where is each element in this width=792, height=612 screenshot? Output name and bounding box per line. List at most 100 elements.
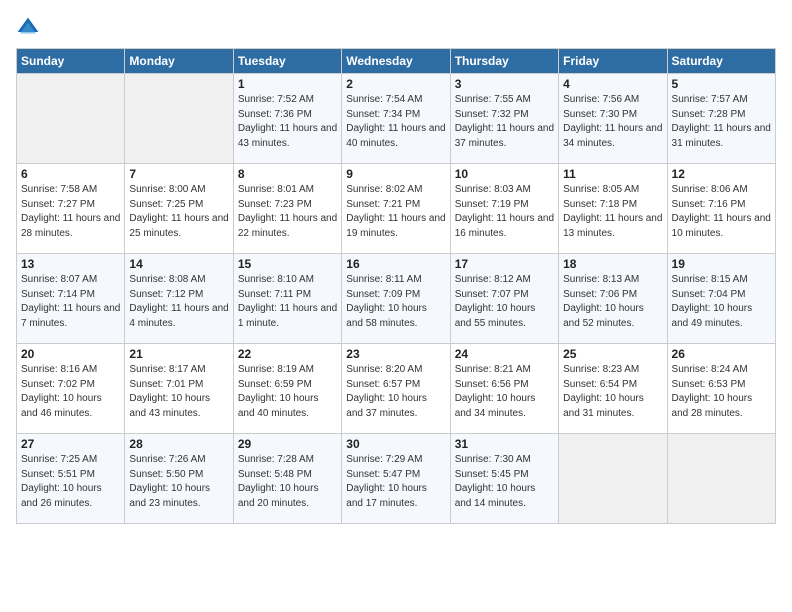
daylight-label: Daylight: 11 hours and 34 minutes. bbox=[563, 123, 662, 149]
sunrise-label: Sunrise: 8:06 AM bbox=[672, 184, 748, 195]
cell-content: Sunrise: 7:28 AM Sunset: 5:48 PM Dayligh… bbox=[238, 453, 337, 511]
daylight-label: Daylight: 10 hours and 20 minutes. bbox=[238, 483, 319, 509]
sunset-label: Sunset: 5:45 PM bbox=[455, 469, 529, 480]
cell-content: Sunrise: 7:54 AM Sunset: 7:34 PM Dayligh… bbox=[346, 93, 445, 151]
daylight-label: Daylight: 10 hours and 37 minutes. bbox=[346, 393, 427, 419]
day-number: 25 bbox=[563, 347, 662, 361]
sunrise-label: Sunrise: 8:21 AM bbox=[455, 364, 531, 375]
calendar-cell: 25 Sunrise: 8:23 AM Sunset: 6:54 PM Dayl… bbox=[559, 344, 667, 434]
daylight-label: Daylight: 10 hours and 34 minutes. bbox=[455, 393, 536, 419]
daylight-label: Daylight: 10 hours and 49 minutes. bbox=[672, 303, 753, 329]
sunrise-label: Sunrise: 7:29 AM bbox=[346, 454, 422, 465]
calendar-cell bbox=[559, 434, 667, 524]
day-number: 3 bbox=[455, 77, 554, 91]
calendar-cell: 24 Sunrise: 8:21 AM Sunset: 6:56 PM Dayl… bbox=[450, 344, 558, 434]
calendar-cell: 6 Sunrise: 7:58 AM Sunset: 7:27 PM Dayli… bbox=[17, 164, 125, 254]
calendar-cell: 20 Sunrise: 8:16 AM Sunset: 7:02 PM Dayl… bbox=[17, 344, 125, 434]
calendar-cell: 21 Sunrise: 8:17 AM Sunset: 7:01 PM Dayl… bbox=[125, 344, 233, 434]
sunrise-label: Sunrise: 8:23 AM bbox=[563, 364, 639, 375]
cell-content: Sunrise: 7:52 AM Sunset: 7:36 PM Dayligh… bbox=[238, 93, 337, 151]
day-number: 27 bbox=[21, 437, 120, 451]
daylight-label: Daylight: 10 hours and 26 minutes. bbox=[21, 483, 102, 509]
sunrise-label: Sunrise: 8:07 AM bbox=[21, 274, 97, 285]
calendar-cell: 22 Sunrise: 8:19 AM Sunset: 6:59 PM Dayl… bbox=[233, 344, 341, 434]
daylight-label: Daylight: 10 hours and 28 minutes. bbox=[672, 393, 753, 419]
sunrise-label: Sunrise: 8:01 AM bbox=[238, 184, 314, 195]
cell-content: Sunrise: 8:15 AM Sunset: 7:04 PM Dayligh… bbox=[672, 273, 771, 331]
sunset-label: Sunset: 6:57 PM bbox=[346, 379, 420, 390]
calendar-cell: 1 Sunrise: 7:52 AM Sunset: 7:36 PM Dayli… bbox=[233, 74, 341, 164]
daylight-label: Daylight: 10 hours and 43 minutes. bbox=[129, 393, 210, 419]
day-number: 21 bbox=[129, 347, 228, 361]
cell-content: Sunrise: 8:10 AM Sunset: 7:11 PM Dayligh… bbox=[238, 273, 337, 331]
calendar-cell: 8 Sunrise: 8:01 AM Sunset: 7:23 PM Dayli… bbox=[233, 164, 341, 254]
day-number: 19 bbox=[672, 257, 771, 271]
sunrise-label: Sunrise: 7:55 AM bbox=[455, 94, 531, 105]
daylight-label: Daylight: 10 hours and 46 minutes. bbox=[21, 393, 102, 419]
sunrise-label: Sunrise: 7:56 AM bbox=[563, 94, 639, 105]
calendar-cell: 4 Sunrise: 7:56 AM Sunset: 7:30 PM Dayli… bbox=[559, 74, 667, 164]
sunset-label: Sunset: 7:07 PM bbox=[455, 289, 529, 300]
day-number: 31 bbox=[455, 437, 554, 451]
daylight-label: Daylight: 10 hours and 58 minutes. bbox=[346, 303, 427, 329]
cell-content: Sunrise: 7:56 AM Sunset: 7:30 PM Dayligh… bbox=[563, 93, 662, 151]
sunrise-label: Sunrise: 7:57 AM bbox=[672, 94, 748, 105]
calendar-cell: 16 Sunrise: 8:11 AM Sunset: 7:09 PM Dayl… bbox=[342, 254, 450, 344]
calendar-cell: 13 Sunrise: 8:07 AM Sunset: 7:14 PM Dayl… bbox=[17, 254, 125, 344]
day-number: 23 bbox=[346, 347, 445, 361]
daylight-label: Daylight: 11 hours and 13 minutes. bbox=[563, 213, 662, 239]
day-number: 8 bbox=[238, 167, 337, 181]
day-number: 29 bbox=[238, 437, 337, 451]
sunset-label: Sunset: 5:50 PM bbox=[129, 469, 203, 480]
page-header bbox=[16, 16, 776, 40]
sunrise-label: Sunrise: 7:52 AM bbox=[238, 94, 314, 105]
sunset-label: Sunset: 7:28 PM bbox=[672, 109, 746, 120]
cell-content: Sunrise: 8:11 AM Sunset: 7:09 PM Dayligh… bbox=[346, 273, 445, 331]
cell-content: Sunrise: 8:20 AM Sunset: 6:57 PM Dayligh… bbox=[346, 363, 445, 421]
weekday-header-row: SundayMondayTuesdayWednesdayThursdayFrid… bbox=[17, 49, 776, 74]
sunset-label: Sunset: 5:47 PM bbox=[346, 469, 420, 480]
cell-content: Sunrise: 8:01 AM Sunset: 7:23 PM Dayligh… bbox=[238, 183, 337, 241]
calendar-cell: 19 Sunrise: 8:15 AM Sunset: 7:04 PM Dayl… bbox=[667, 254, 775, 344]
sunset-label: Sunset: 7:09 PM bbox=[346, 289, 420, 300]
sunrise-label: Sunrise: 8:19 AM bbox=[238, 364, 314, 375]
cell-content: Sunrise: 7:26 AM Sunset: 5:50 PM Dayligh… bbox=[129, 453, 228, 511]
daylight-label: Daylight: 11 hours and 37 minutes. bbox=[455, 123, 554, 149]
calendar-cell: 9 Sunrise: 8:02 AM Sunset: 7:21 PM Dayli… bbox=[342, 164, 450, 254]
day-number: 28 bbox=[129, 437, 228, 451]
weekday-header: Wednesday bbox=[342, 49, 450, 74]
cell-content: Sunrise: 8:02 AM Sunset: 7:21 PM Dayligh… bbox=[346, 183, 445, 241]
daylight-label: Daylight: 11 hours and 1 minute. bbox=[238, 303, 337, 329]
sunset-label: Sunset: 6:59 PM bbox=[238, 379, 312, 390]
sunrise-label: Sunrise: 8:10 AM bbox=[238, 274, 314, 285]
day-number: 14 bbox=[129, 257, 228, 271]
calendar-table: SundayMondayTuesdayWednesdayThursdayFrid… bbox=[16, 48, 776, 524]
calendar-cell: 17 Sunrise: 8:12 AM Sunset: 7:07 PM Dayl… bbox=[450, 254, 558, 344]
calendar-week-row: 6 Sunrise: 7:58 AM Sunset: 7:27 PM Dayli… bbox=[17, 164, 776, 254]
daylight-label: Daylight: 10 hours and 17 minutes. bbox=[346, 483, 427, 509]
daylight-label: Daylight: 10 hours and 31 minutes. bbox=[563, 393, 644, 419]
day-number: 5 bbox=[672, 77, 771, 91]
cell-content: Sunrise: 7:55 AM Sunset: 7:32 PM Dayligh… bbox=[455, 93, 554, 151]
sunset-label: Sunset: 7:16 PM bbox=[672, 199, 746, 210]
sunset-label: Sunset: 5:51 PM bbox=[21, 469, 95, 480]
sunset-label: Sunset: 6:53 PM bbox=[672, 379, 746, 390]
sunrise-label: Sunrise: 7:30 AM bbox=[455, 454, 531, 465]
sunset-label: Sunset: 7:18 PM bbox=[563, 199, 637, 210]
sunset-label: Sunset: 7:34 PM bbox=[346, 109, 420, 120]
calendar-cell: 15 Sunrise: 8:10 AM Sunset: 7:11 PM Dayl… bbox=[233, 254, 341, 344]
day-number: 10 bbox=[455, 167, 554, 181]
cell-content: Sunrise: 8:23 AM Sunset: 6:54 PM Dayligh… bbox=[563, 363, 662, 421]
sunrise-label: Sunrise: 8:12 AM bbox=[455, 274, 531, 285]
sunset-label: Sunset: 6:54 PM bbox=[563, 379, 637, 390]
daylight-label: Daylight: 10 hours and 23 minutes. bbox=[129, 483, 210, 509]
calendar-cell: 2 Sunrise: 7:54 AM Sunset: 7:34 PM Dayli… bbox=[342, 74, 450, 164]
day-number: 16 bbox=[346, 257, 445, 271]
sunset-label: Sunset: 7:36 PM bbox=[238, 109, 312, 120]
day-number: 1 bbox=[238, 77, 337, 91]
sunrise-label: Sunrise: 8:13 AM bbox=[563, 274, 639, 285]
weekday-header: Tuesday bbox=[233, 49, 341, 74]
cell-content: Sunrise: 8:05 AM Sunset: 7:18 PM Dayligh… bbox=[563, 183, 662, 241]
calendar-cell: 26 Sunrise: 8:24 AM Sunset: 6:53 PM Dayl… bbox=[667, 344, 775, 434]
sunrise-label: Sunrise: 8:17 AM bbox=[129, 364, 205, 375]
